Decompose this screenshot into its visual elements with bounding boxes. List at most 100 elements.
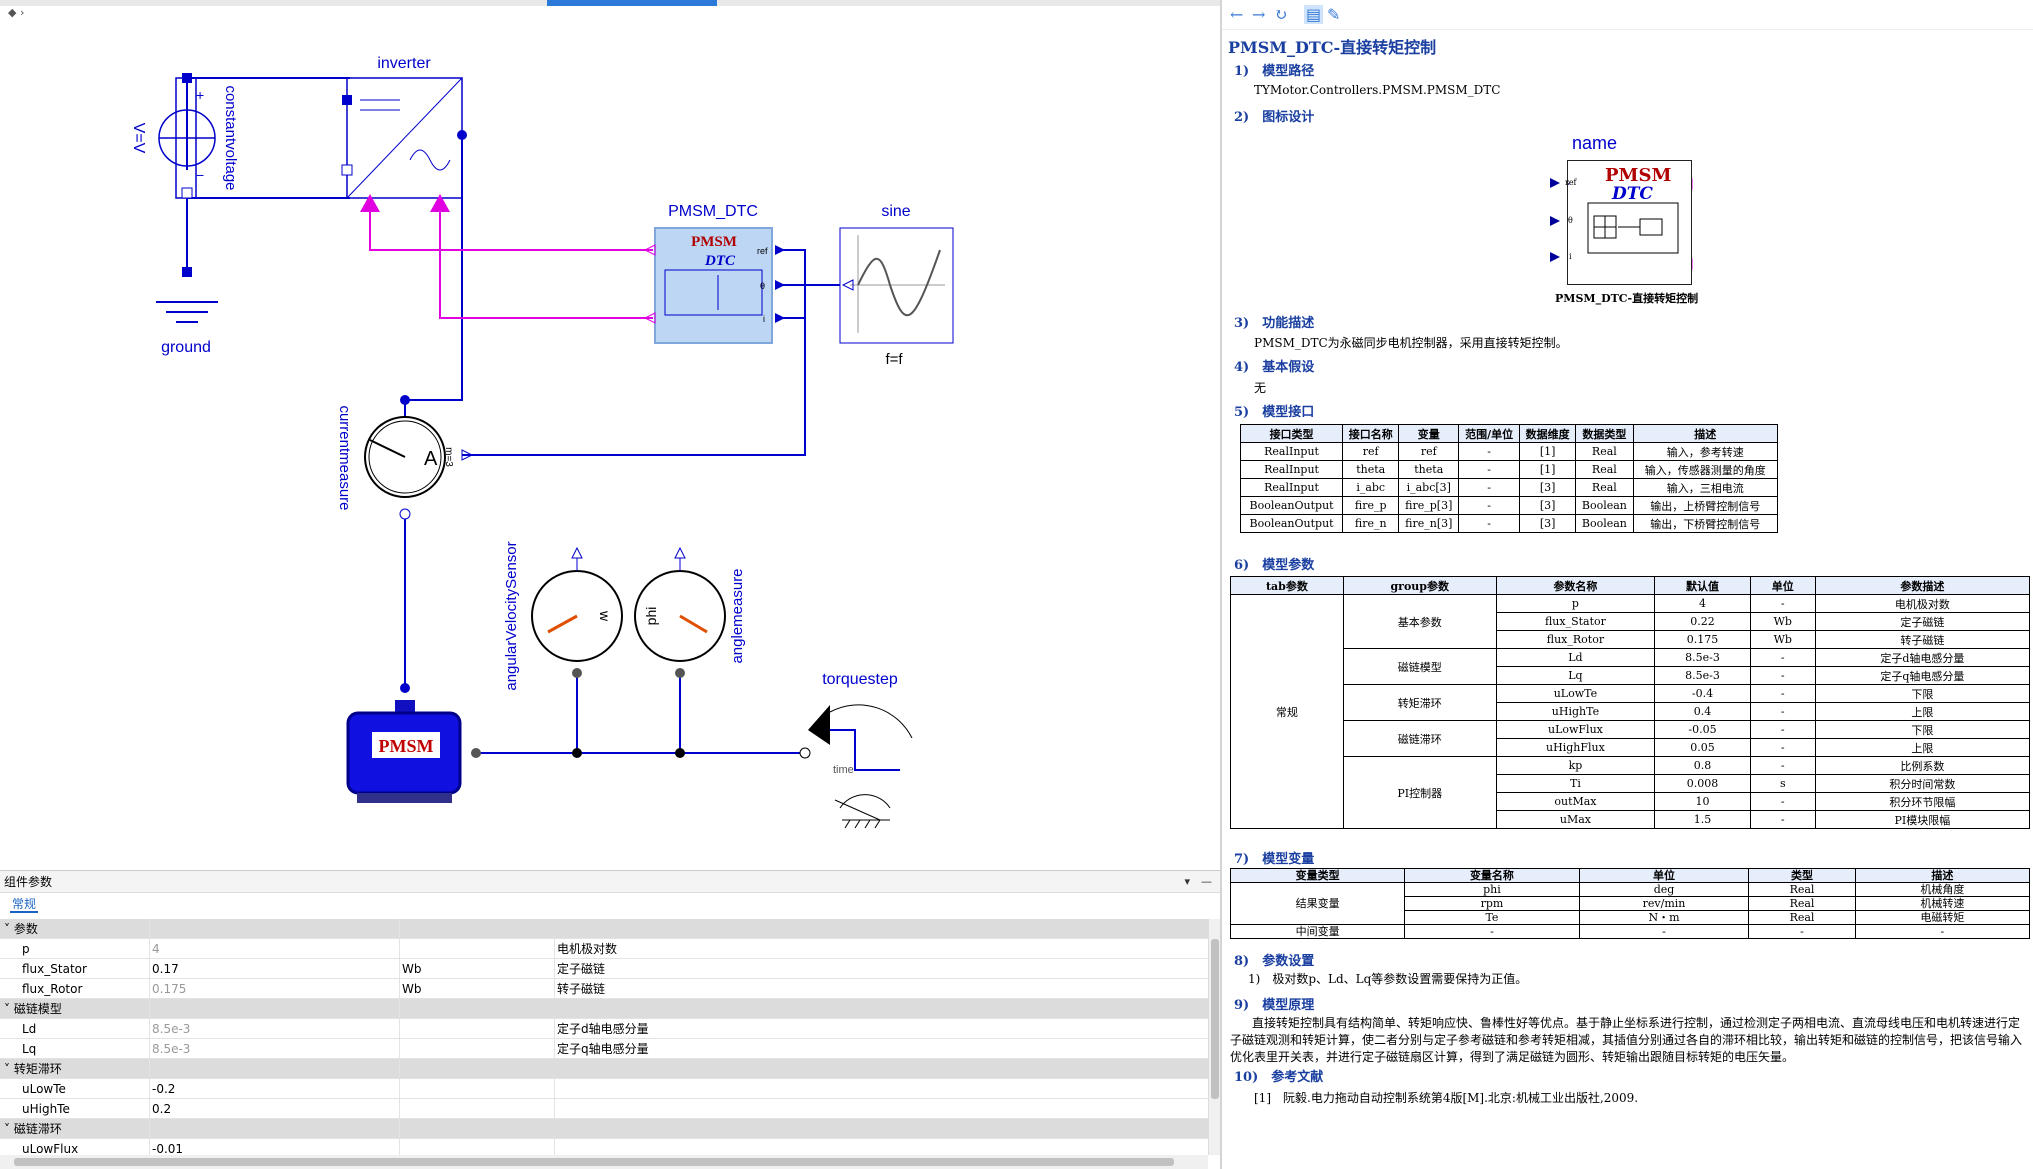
- table-cell: 8.5e-3: [1654, 648, 1751, 667]
- table-cell: -: [1578, 924, 1750, 939]
- model-diagram-canvas[interactable]: + − V=V constantvoltage ground inverter …: [0, 24, 1220, 870]
- forward-icon[interactable]: →: [1252, 5, 1265, 24]
- table-cell: -: [1749, 702, 1816, 721]
- table-cell: 输入，传感器测量的角度: [1632, 460, 1779, 479]
- param-unit: [400, 1079, 555, 1098]
- param-value-input[interactable]: 8.5e-3: [150, 1039, 400, 1058]
- table-cell: Wb: [1749, 612, 1816, 631]
- torquestep-label: torquestep: [822, 671, 898, 688]
- table-header: 默认值: [1654, 576, 1751, 595]
- ground-component[interactable]: [156, 267, 218, 323]
- table-row: 结果变量 phi deg Real 机械角度: [1229, 882, 2031, 925]
- table-header: 数据维度: [1519, 424, 1577, 443]
- table-header-row: 变量类型 变量名称 单位 类型 描述: [1229, 868, 2031, 883]
- table-row: 磁链模型 Ld 8.5e-3- 定子d轴电感分量: [1231, 648, 2031, 685]
- table-cell: theta: [1342, 460, 1400, 479]
- panel-controls[interactable]: ▾ —: [1184, 871, 1212, 893]
- table-cell: BooleanOutput: [1239, 496, 1344, 515]
- port-i-label: i: [763, 314, 765, 324]
- param-value-input[interactable]: 0.2: [150, 1099, 400, 1118]
- vertical-scrollbar[interactable]: [1208, 919, 1220, 1155]
- dtc-pmsm-text: PMSM: [691, 234, 737, 250]
- param-unit: [400, 1039, 555, 1058]
- documentation-panel: ← → ↻ ▤ ✎ PMSM_DTC-直接转矩控制 1) 模型路径 TYMoto…: [1222, 0, 2033, 1169]
- section-function: 3) 功能描述: [1234, 316, 1315, 331]
- group-name: ˅ 转矩滞环: [0, 1059, 150, 1078]
- group-name: ˅ 磁链滞环: [0, 1119, 150, 1138]
- table-cell: uMax: [1495, 810, 1656, 829]
- table-cell: Boolean: [1575, 496, 1634, 515]
- table-cell: 4: [1654, 594, 1751, 613]
- table-row: RealInput ref ref - [1] Real 输入，参考转速: [1239, 442, 1779, 461]
- table-cell: -: [1458, 460, 1521, 479]
- table-cell: 0.05: [1654, 738, 1751, 757]
- table-header: 变量名称: [1404, 868, 1580, 883]
- section-params: 6) 模型参数: [1234, 558, 1315, 573]
- param-setting-text: 1) 极对数p、Ld、Lq等参数设置需要保持为正值。: [1248, 972, 1528, 986]
- param-group-header[interactable]: ˅ 参数: [0, 919, 1208, 939]
- param-group-header[interactable]: ˅ 磁链滞环: [0, 1119, 1208, 1139]
- param-value-input[interactable]: 4: [150, 939, 400, 958]
- view-doc-icon[interactable]: ▤: [1304, 5, 1324, 24]
- table-cell: deg: [1578, 882, 1750, 897]
- table-header: 描述: [1854, 868, 2031, 883]
- anglemeasure-label: anglemeasure: [729, 568, 746, 663]
- table-row: RealInput theta theta - [1] Real 输入，传感器测量的角度: [1239, 460, 1779, 479]
- table-cell: 电磁转矩: [1854, 910, 2031, 925]
- current-sensor[interactable]: [364, 395, 474, 520]
- table-cell: -: [1749, 810, 1816, 829]
- table-cell: fire_n[3]: [1398, 514, 1460, 533]
- table-row: 中间变量 - - - -: [1229, 924, 2031, 939]
- table-cell: rev/min: [1578, 896, 1750, 911]
- param-name: p: [0, 939, 150, 958]
- table-cell: -: [1458, 442, 1521, 461]
- param-group-header[interactable]: ˅ 转矩滞环: [0, 1059, 1208, 1079]
- param-value-input[interactable]: -0.2: [150, 1079, 400, 1098]
- table-cell: -0.4: [1654, 684, 1751, 703]
- table-cell: 输入，三相电流: [1632, 478, 1779, 497]
- table-cell: RealInput: [1239, 478, 1344, 497]
- section-icon-design: 2) 图标设计: [1234, 110, 1315, 125]
- table-cell: PI控制器: [1342, 756, 1497, 829]
- back-icon[interactable]: ←: [1230, 5, 1243, 24]
- section-interface: 5) 模型接口: [1234, 405, 1315, 420]
- section-assumption: 4) 基本假设: [1234, 360, 1315, 375]
- param-desc: 转子磁链: [557, 982, 606, 996]
- param-desc: 定子q轴电感分量: [557, 1042, 649, 1056]
- param-group-header[interactable]: ˅ 磁链模型: [0, 999, 1208, 1019]
- table-cell: [1]: [1519, 442, 1577, 461]
- principle-text: 直接转矩控制具有结构简单、转矩响应快、鲁棒性好等优点。基于静止坐标系进行控制，通…: [1230, 1016, 2023, 1064]
- table-cell: 定子d轴电感分量: [1814, 648, 2031, 667]
- tab-general[interactable]: 常规: [10, 897, 39, 913]
- table-cell: 0.4: [1654, 702, 1751, 721]
- edit-doc-icon[interactable]: ✎: [1327, 5, 1340, 24]
- table-cell: Te: [1404, 910, 1580, 925]
- group-spacer: [150, 1119, 400, 1138]
- table-cell: [3]: [1519, 514, 1577, 533]
- horizontal-scrollbar[interactable]: [0, 1155, 1208, 1169]
- table-header: 参数名称: [1495, 576, 1656, 595]
- param-desc: [555, 1099, 1208, 1118]
- table-cell: Real: [1575, 460, 1634, 479]
- table-cell: 转子磁链: [1814, 630, 2031, 649]
- param-value-input[interactable]: 0.17: [150, 959, 400, 978]
- refresh-icon[interactable]: ↻: [1274, 5, 1287, 24]
- table-row: PI控制器 kp 0.8- 比例系数: [1231, 756, 2031, 829]
- param-value-input[interactable]: 8.5e-3: [150, 1019, 400, 1038]
- table-cell: ref: [1342, 442, 1400, 461]
- table-cell: ref: [1398, 442, 1460, 461]
- table-cell: 电机极对数: [1814, 594, 2031, 613]
- param-value-input[interactable]: 0.175: [150, 979, 400, 998]
- inverter-component[interactable]: [341, 77, 467, 212]
- torque-step-source[interactable]: [799, 704, 913, 829]
- param-unit: [400, 1099, 555, 1118]
- table-cell: Real: [1748, 882, 1856, 897]
- svg-text:+: +: [196, 87, 204, 103]
- icon-caption: PMSM_DTC-直接转矩控制: [1555, 292, 1699, 305]
- table-cell: Real: [1748, 910, 1856, 925]
- sine-source[interactable]: [839, 227, 954, 344]
- table-cell: kp: [1495, 756, 1656, 775]
- table-cell: N・m: [1578, 910, 1750, 925]
- icon-name-label: name: [1572, 133, 1618, 153]
- port-ref-label: ref: [757, 246, 768, 256]
